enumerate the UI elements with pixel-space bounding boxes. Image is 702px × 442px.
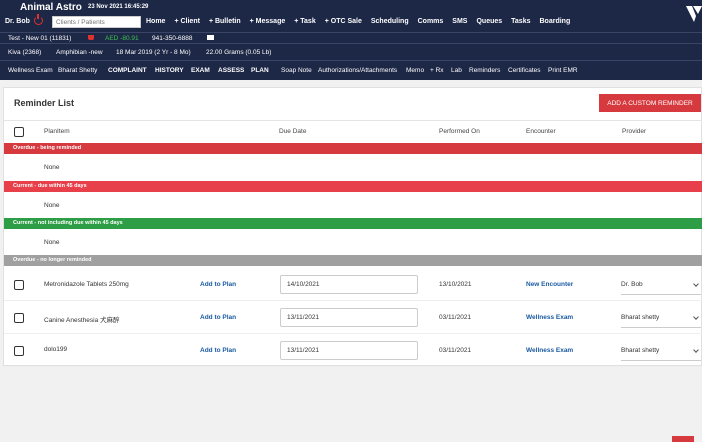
- band-overdue-reminded: Overdue - being reminded: [4, 143, 702, 154]
- due-date-input[interactable]: [280, 308, 418, 327]
- exam-bar: Wellness Exam Bharat Shetty COMPLAINT HI…: [0, 60, 702, 80]
- nav-add-task[interactable]: + Task: [294, 18, 315, 25]
- nav-comms[interactable]: Comms: [418, 18, 444, 25]
- col-provider: Provider: [622, 128, 647, 135]
- due-date-input[interactable]: [280, 275, 418, 294]
- row-checkbox[interactable]: [14, 346, 24, 356]
- client-phone: 941-350-6888: [152, 35, 193, 42]
- provider-value: Bharat shetty: [621, 314, 660, 321]
- provider-select[interactable]: Dr. Bob: [621, 276, 701, 295]
- add-to-plan-link[interactable]: Add to Plan: [200, 347, 236, 354]
- col-encounter: Encounter: [526, 128, 556, 135]
- nav-queues[interactable]: Queues: [476, 18, 502, 25]
- tab-exam[interactable]: EXAM: [191, 67, 210, 74]
- patient-weight: 22.00 Grams (0.05 Lb): [206, 49, 272, 56]
- add-to-plan-link[interactable]: Add to Plan: [200, 314, 236, 321]
- row-checkbox[interactable]: [14, 313, 24, 323]
- nav-add-client[interactable]: + Client: [174, 18, 199, 25]
- table-row: dolo199 Add to Plan 03/11/2021 Wellness …: [4, 334, 702, 367]
- chevron-down-icon: [693, 314, 699, 320]
- provider-select[interactable]: Bharat shetty: [621, 342, 701, 361]
- row-performed-on: 03/11/2021: [439, 347, 472, 354]
- row-planitem: Metronidazole Tablets 250mg: [44, 281, 129, 288]
- empty-current-not-45: None: [44, 239, 60, 246]
- panel-title: Reminder List: [14, 98, 75, 108]
- tab-rx[interactable]: + Rx: [430, 67, 444, 74]
- exam-name: Wellness Exam: [8, 67, 53, 74]
- tab-history[interactable]: HISTORY: [155, 67, 184, 74]
- tab-soap-note[interactable]: Soap Note: [281, 67, 312, 74]
- row-performed-on: 13/10/2021: [439, 281, 472, 288]
- select-all-checkbox[interactable]: [14, 127, 24, 137]
- nav-add-bulletin[interactable]: + Bulletin: [209, 18, 241, 25]
- add-custom-reminder-button[interactable]: ADD A CUSTOM REMINDER: [599, 94, 701, 112]
- app-title: Animal Astro: [20, 2, 82, 13]
- reminder-panel: Reminder List ADD A CUSTOM REMINDER Plan…: [3, 87, 702, 367]
- add-to-plan-link[interactable]: Add to Plan: [200, 281, 236, 288]
- nav-add-message[interactable]: + Message: [250, 18, 286, 25]
- provider-value: Bharat shetty: [621, 347, 660, 354]
- col-performed-on: Performed On: [439, 128, 480, 135]
- nav-scheduling[interactable]: Scheduling: [371, 18, 409, 25]
- table-row: Canine Anesthesia 犬麻醉 Add to Plan 03/11/…: [4, 301, 702, 334]
- patient-species: Amphibian -new: [56, 49, 103, 56]
- empty-current-45: None: [44, 202, 60, 209]
- tab-authorizations[interactable]: Authorizations/Attachments: [318, 67, 397, 74]
- nav-home[interactable]: Home: [146, 18, 165, 25]
- tab-memo[interactable]: Memo: [406, 67, 424, 74]
- patient-bar: Kiva (2368) Amphibian -new 18 Mar 2019 (…: [0, 43, 702, 60]
- encounter-link[interactable]: New Encounter: [526, 281, 573, 288]
- datetime: 23 Nov 2021 16:45:29: [88, 4, 149, 10]
- band-current-not-45: Current - not including due within 45 da…: [4, 218, 702, 229]
- logo-icon: [686, 6, 702, 22]
- tab-plan[interactable]: PLAN: [251, 67, 269, 74]
- encounter-link[interactable]: Wellness Exam: [526, 347, 573, 354]
- chevron-down-icon: [693, 347, 699, 353]
- row-planitem: dolo199: [44, 346, 68, 353]
- table-row: Metronidazole Tablets 250mg Add to Plan …: [4, 268, 702, 301]
- patient-name[interactable]: Kiva (2368): [8, 49, 41, 56]
- power-icon[interactable]: [34, 14, 43, 25]
- client-balance: AED -80.91: [105, 35, 139, 42]
- tab-complaint[interactable]: COMPLAINT: [108, 67, 147, 74]
- col-planitem: PlanItem: [44, 128, 70, 135]
- row-checkbox[interactable]: [14, 280, 24, 290]
- due-date-input[interactable]: [280, 341, 418, 360]
- client-name[interactable]: Test - New 01 (11831): [8, 35, 71, 42]
- top-bar: Animal Astro 23 Nov 2021 16:45:29 Dr. Bo…: [0, 0, 702, 32]
- main-nav: Home + Client + Bulletin + Message + Tas…: [146, 18, 570, 25]
- provider-value: Dr. Bob: [621, 281, 643, 288]
- nav-tasks[interactable]: Tasks: [511, 18, 530, 25]
- mail-icon[interactable]: [207, 35, 214, 40]
- cart-icon[interactable]: [88, 35, 94, 40]
- table-header: PlanItem Due Date Performed On Encounter…: [4, 120, 702, 142]
- search-input[interactable]: [52, 16, 141, 28]
- client-bar: Test - New 01 (11831) AED -80.91 941-350…: [0, 32, 702, 43]
- user-name[interactable]: Dr. Bob: [5, 18, 30, 25]
- row-planitem: Canine Anesthesia 犬麻醉: [44, 317, 120, 324]
- patient-dob: 18 Mar 2019 (2 Yr - 8 Mo): [116, 49, 191, 56]
- tab-lab[interactable]: Lab: [451, 67, 462, 74]
- row-performed-on: 03/11/2021: [439, 314, 472, 321]
- empty-overdue-reminded: None: [44, 164, 60, 171]
- scroll-top-button[interactable]: [672, 436, 694, 442]
- nav-sms[interactable]: SMS: [452, 18, 467, 25]
- band-current-45: Current - due within 45 days: [4, 181, 702, 192]
- nav-otc-sale[interactable]: + OTC Sale: [325, 18, 362, 25]
- chevron-down-icon: [693, 281, 699, 287]
- tab-reminders[interactable]: Reminders: [469, 67, 500, 74]
- exam-doctor: Bharat Shetty: [58, 67, 98, 74]
- col-due-date: Due Date: [279, 128, 307, 135]
- encounter-link[interactable]: Wellness Exam: [526, 314, 573, 321]
- tab-print-emr[interactable]: Print EMR: [548, 67, 578, 74]
- nav-boarding[interactable]: Boarding: [540, 18, 571, 25]
- tab-certificates[interactable]: Certificates: [508, 67, 541, 74]
- tab-assess[interactable]: ASSESS: [218, 67, 244, 74]
- provider-select[interactable]: Bharat shetty: [621, 309, 701, 328]
- band-overdue-no-longer: Overdue - no longer reminded: [4, 255, 702, 266]
